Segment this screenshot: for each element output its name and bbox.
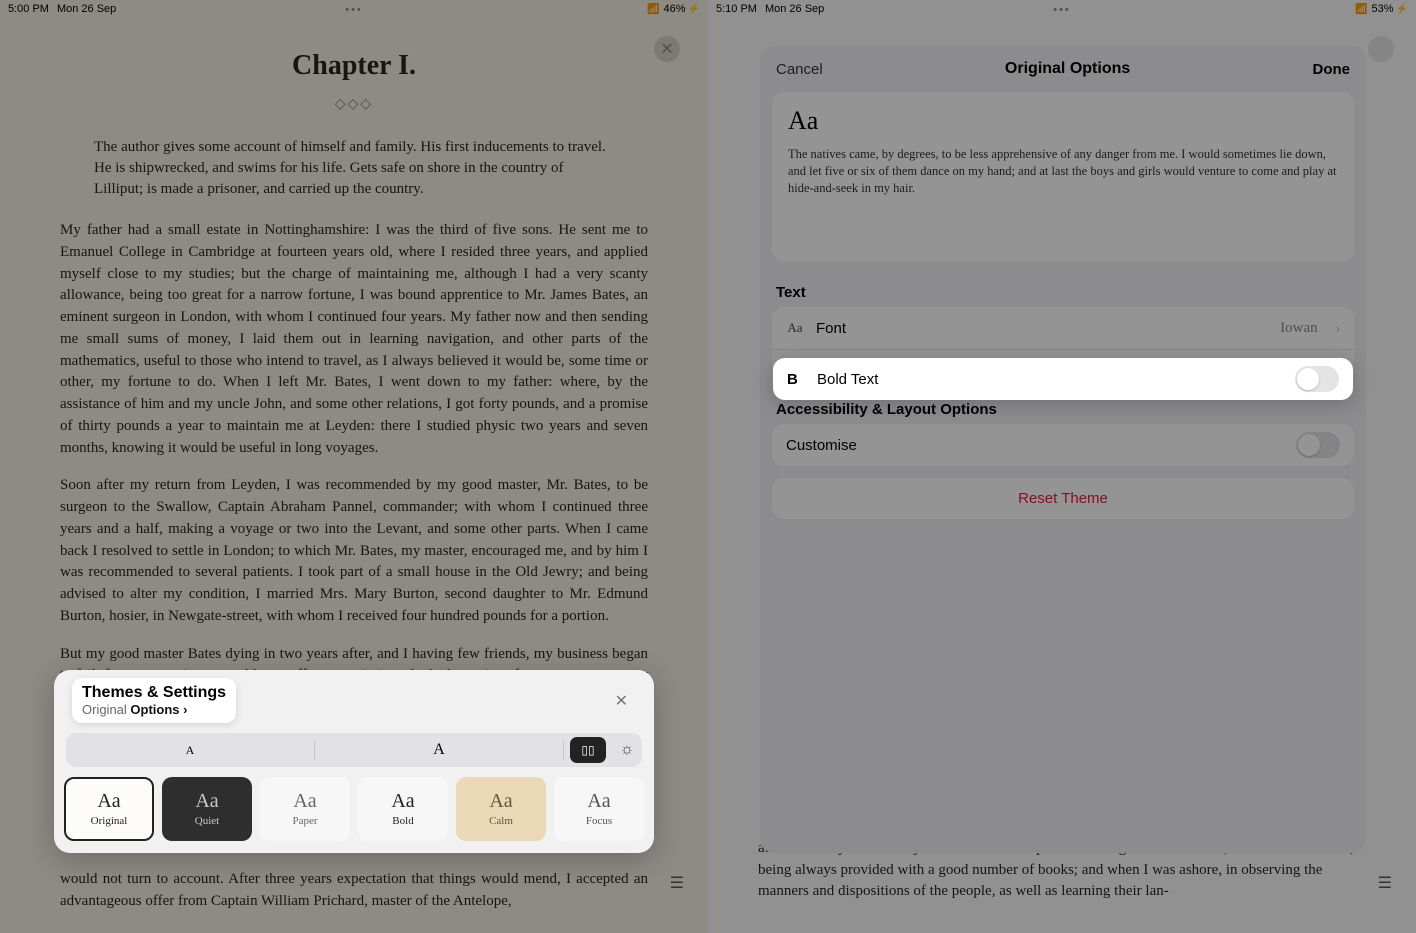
- font-size-increase[interactable]: A: [315, 741, 563, 759]
- font-row[interactable]: Aa Font Iowan ›: [772, 307, 1354, 349]
- themes-title: Themes & Settings: [82, 684, 226, 702]
- theme-paper[interactable]: Aa Paper: [260, 777, 350, 841]
- body-paragraph: would not turn to account. After three y…: [60, 869, 648, 913]
- theme-original[interactable]: Aa Original: [64, 777, 154, 841]
- theme-bold[interactable]: Aa Bold: [358, 777, 448, 841]
- preview-paragraph: The natives came, by degrees, to be less…: [788, 146, 1338, 197]
- reset-theme-button[interactable]: Reset Theme: [772, 478, 1354, 519]
- cancel-button[interactable]: Cancel: [776, 61, 823, 78]
- wifi-icon: 📶: [647, 4, 659, 15]
- font-preview: Aa The natives came, by degrees, to be l…: [772, 92, 1354, 262]
- done-button[interactable]: Done: [1313, 61, 1351, 78]
- themes-close-button[interactable]: ✕: [607, 685, 636, 717]
- status-bar: 5:10 PM Mon 26 Sep ••• 📶 53% ⚡: [708, 0, 1416, 18]
- brightness-button[interactable]: ☼: [612, 741, 642, 759]
- wifi-icon: 📶: [1355, 4, 1367, 15]
- theme-focus[interactable]: Aa Focus: [554, 777, 644, 841]
- status-date: Mon 26 Sep: [57, 3, 116, 15]
- section-label-text: Text: [760, 274, 1366, 307]
- preview-aa: Aa: [788, 106, 1338, 136]
- status-time: 5:10 PM: [716, 3, 757, 15]
- ornament-divider: ◇◇◇: [60, 96, 648, 113]
- panel-title: Original Options: [823, 60, 1313, 78]
- themes-settings-popup: Themes & Settings Original Options › ✕ A…: [54, 670, 654, 853]
- theme-list: Aa Original Aa Quiet Aa Paper Aa Bold Aa…: [64, 777, 644, 841]
- toc-button[interactable]: ☰: [1378, 873, 1392, 893]
- font-size-decrease[interactable]: A: [66, 743, 314, 758]
- status-battery: 📶 46% ⚡: [647, 3, 700, 15]
- status-battery: 📶 53% ⚡: [1355, 3, 1408, 15]
- multitask-pill[interactable]: •••: [1053, 4, 1071, 16]
- close-reader-button[interactable]: ✕: [654, 36, 680, 62]
- chapter-summary: The author gives some account of himself…: [60, 137, 648, 200]
- close-icon: ✕: [660, 39, 673, 59]
- body-paragraph: Soon after my return from Leyden, I was …: [60, 475, 648, 627]
- status-time: 5:00 PM: [8, 3, 49, 15]
- themes-header-card[interactable]: Themes & Settings Original Options ›: [72, 678, 236, 723]
- status-bar: 5:00 PM Mon 26 Sep ••• 📶 46% ⚡: [0, 0, 708, 18]
- font-icon: Aa: [786, 320, 804, 336]
- divider: [563, 740, 564, 760]
- body-paragraph: My father had a small estate in Nottingh…: [60, 220, 648, 459]
- customise-toggle[interactable]: [1296, 432, 1340, 458]
- bold-icon: B: [787, 371, 805, 388]
- theme-quiet[interactable]: Aa Quiet: [162, 777, 252, 841]
- status-date: Mon 26 Sep: [765, 3, 824, 15]
- theme-calm[interactable]: Aa Calm: [456, 777, 546, 841]
- close-icon: ✕: [615, 693, 628, 710]
- page-layout-icon: ▯▯: [581, 743, 594, 757]
- bold-text-row[interactable]: B Bold Text: [773, 358, 1353, 400]
- scroll-view-toggle[interactable]: ▯▯: [570, 737, 606, 763]
- brightness-icon: ☼: [620, 741, 635, 758]
- close-reader-button[interactable]: [1368, 36, 1394, 62]
- multitask-pill[interactable]: •••: [345, 4, 363, 16]
- accessibility-list: Customise: [772, 424, 1354, 466]
- themes-subtitle[interactable]: Original Options ›: [82, 702, 226, 717]
- chevron-right-icon: ›: [1336, 321, 1340, 336]
- customise-row[interactable]: Customise: [772, 424, 1354, 466]
- screenshot-right: 5:10 PM Mon 26 Sep ••• 📶 53% ⚡ addition …: [708, 0, 1416, 933]
- chapter-title: Chapter I.: [60, 50, 648, 82]
- charging-icon: ⚡: [688, 4, 700, 15]
- charging-icon: ⚡: [1396, 4, 1408, 15]
- bold-text-label: Bold Text: [817, 371, 878, 388]
- bold-text-toggle[interactable]: [1295, 366, 1339, 392]
- font-toolbar: A A ▯▯ ☼: [66, 733, 642, 767]
- font-value: Iowan: [1280, 320, 1318, 337]
- screenshot-left: 5:00 PM Mon 26 Sep ••• 📶 46% ⚡ ✕ Chapter…: [0, 0, 708, 933]
- original-options-panel: Cancel Original Options Done Aa The nati…: [760, 46, 1366, 853]
